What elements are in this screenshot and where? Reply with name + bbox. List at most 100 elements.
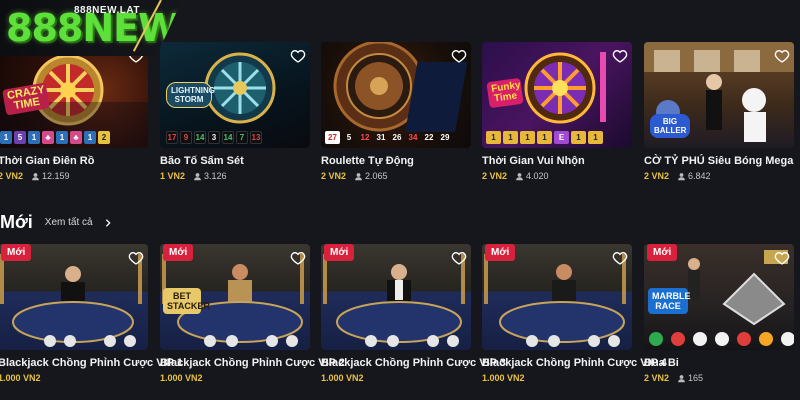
result-chip: 7	[236, 131, 248, 144]
min-bet: 1.000 VN2	[0, 373, 41, 383]
result-chip: 17	[166, 131, 178, 144]
user-icon	[678, 172, 685, 180]
result-chip: ♣	[42, 131, 54, 144]
result-chip: 1	[486, 131, 501, 144]
game-card-marble-race[interactable]: MARBLE RACE Mới Đua Bi 2 VN2 165	[644, 244, 794, 383]
game-card-blackjack-vip-1[interactable]: Mới Blackjack Chồng Phỉnh Cược VIP 1 1.0…	[0, 244, 183, 383]
result-chip: 1	[537, 131, 552, 144]
game-logo: LIGHTNING STORM	[166, 82, 215, 108]
user-icon	[678, 374, 685, 382]
game-thumbnail[interactable]: CRAZY TIME 1 5 1 ♣ 1 ♣ 1 2	[0, 42, 148, 148]
user-icon	[516, 172, 523, 180]
favorite-heart-icon[interactable]	[451, 48, 467, 64]
result-chip: 3	[208, 131, 220, 144]
user-icon	[194, 172, 201, 180]
game-card-blackjack-vip-4[interactable]: Mới Blackjack Chồng Phỉnh Cược VIP 4 1.0…	[482, 244, 667, 383]
player-count: 12.159	[42, 171, 70, 181]
game-thumbnail[interactable]: MARBLE RACE Mới	[644, 244, 794, 350]
new-badge: Mới	[163, 244, 194, 261]
user-icon	[355, 172, 362, 180]
result-chip: 9	[180, 131, 192, 144]
result-chip: 14	[222, 131, 234, 144]
recent-results: 27 5 12 31 26 34 22 29	[325, 131, 452, 144]
game-thumbnail[interactable]: BIG BALLER	[644, 42, 794, 148]
see-all-link[interactable]: Xem tất cả	[45, 217, 93, 228]
section-title: Mới	[0, 212, 33, 232]
min-bet: 2 VN2	[644, 373, 670, 383]
player-count: 4.020	[526, 171, 549, 181]
favorite-heart-icon[interactable]	[612, 250, 628, 266]
game-card-crazy-time[interactable]: CRAZY TIME 1 5 1 ♣ 1 ♣ 1 2 Thời Gian Điê…	[0, 42, 148, 181]
result-chip: 5	[346, 133, 352, 142]
result-chip: 14	[194, 131, 206, 144]
game-title: Blackjack Chồng Phỉnh Cược VIP 3	[321, 357, 506, 369]
result-chip: 1	[571, 131, 586, 144]
game-card-blackjack-vip-2[interactable]: BET STACKER Mới Blackjack Chồng Phỉnh Cư…	[160, 244, 345, 383]
player-count: 165	[688, 373, 704, 383]
favorite-heart-icon[interactable]	[128, 250, 144, 266]
game-card-mega-ball[interactable]: BIG BALLER CỜ TỶ PHÚ Siêu Bóng Mega 2 VN…	[644, 42, 794, 181]
game-logo: BET STACKER	[163, 288, 210, 314]
min-bet: 1.000 VN2	[160, 373, 203, 383]
result-chip: ♣	[70, 131, 82, 144]
new-badge: Mới	[324, 244, 355, 261]
recent-results: 17 9 14 3 14 7 13	[166, 131, 262, 144]
game-title: Bão Tố Sấm Sét	[160, 155, 244, 167]
game-thumbnail[interactable]: Mới	[321, 244, 471, 350]
game-card-auto-roulette[interactable]: 27 5 12 31 26 34 22 29 Roulette Tự Động …	[321, 42, 471, 181]
favorite-heart-icon[interactable]	[290, 250, 306, 266]
game-card-lightning-storm[interactable]: LIGHTNING STORM 17 9 14 3 14 7 13 Bão Tố…	[160, 42, 310, 181]
result-chip: 1	[503, 131, 518, 144]
recent-results: 1 5 1 ♣ 1 ♣ 1 2	[0, 131, 110, 144]
game-card-blackjack-vip-3[interactable]: Mới Blackjack Chồng Phỉnh Cược VIP 3 1.0…	[321, 244, 506, 383]
game-title: Blackjack Chồng Phỉnh Cược VIP 1	[0, 357, 183, 369]
section-header-new: Mới Xem tất cả	[0, 212, 113, 233]
result-chip: 26	[392, 133, 402, 142]
favorite-heart-icon[interactable]	[774, 250, 790, 266]
game-title: Roulette Tự Động	[321, 155, 414, 167]
min-bet: 2 VN2	[0, 171, 24, 181]
logo-domain: 888NEW.LAT	[74, 5, 140, 16]
game-thumbnail[interactable]: Mới	[482, 244, 632, 350]
result-chip: 1	[28, 131, 40, 144]
min-bet: 1.000 VN2	[482, 373, 525, 383]
result-chip: 22	[424, 133, 434, 142]
game-title: Blackjack Chồng Phỉnh Cược VIP 2	[160, 357, 345, 369]
game-card-funky-time[interactable]: Funky Time 1 1 1 1 E 1 1 Thời Gian Vui N…	[482, 42, 632, 181]
game-title: Đua Bi	[644, 357, 679, 369]
player-count: 2.065	[365, 171, 388, 181]
result-chip: 31	[376, 133, 386, 142]
game-thumbnail[interactable]: Mới	[0, 244, 148, 350]
favorite-heart-icon[interactable]	[290, 48, 306, 64]
result-chip: 27	[325, 131, 340, 144]
game-thumbnail[interactable]: Funky Time 1 1 1 1 E 1 1	[482, 42, 632, 148]
result-chip: 1	[84, 131, 96, 144]
min-bet: 2 VN2	[644, 171, 670, 181]
recent-results: 1 1 1 1 E 1 1	[486, 131, 603, 144]
result-chip: 5	[14, 131, 26, 144]
game-title: Blackjack Chồng Phỉnh Cược VIP 4	[482, 357, 667, 369]
result-chip: 13	[250, 131, 262, 144]
game-thumbnail[interactable]: 27 5 12 31 26 34 22 29	[321, 42, 471, 148]
game-title: Thời Gian Điên Rồ	[0, 155, 95, 167]
favorite-heart-icon[interactable]	[774, 48, 790, 64]
game-logo: BIG BALLER	[650, 114, 690, 138]
result-chip: 1	[520, 131, 535, 144]
game-thumbnail[interactable]: LIGHTNING STORM 17 9 14 3 14 7 13	[160, 42, 310, 148]
result-chip: 1	[0, 131, 12, 144]
min-bet: 1.000 VN2	[321, 373, 364, 383]
game-logo: MARBLE RACE	[648, 288, 691, 314]
game-title: Thời Gian Vui Nhộn	[482, 155, 585, 167]
game-title: CỜ TỶ PHÚ Siêu Bóng Mega	[644, 155, 794, 167]
chevron-right-icon[interactable]	[103, 218, 113, 228]
new-badge: Mới	[485, 244, 516, 261]
favorite-heart-icon[interactable]	[612, 48, 628, 64]
user-icon	[32, 172, 39, 180]
min-bet: 2 VN2	[321, 171, 347, 181]
favorite-heart-icon[interactable]	[451, 250, 467, 266]
site-logo[interactable]: 888NEW 888NEW.LAT	[0, 0, 182, 56]
result-chip: 1	[56, 131, 68, 144]
result-chip: 1	[588, 131, 603, 144]
game-thumbnail[interactable]: BET STACKER Mới	[160, 244, 310, 350]
game-logo: Funky Time	[486, 77, 524, 109]
